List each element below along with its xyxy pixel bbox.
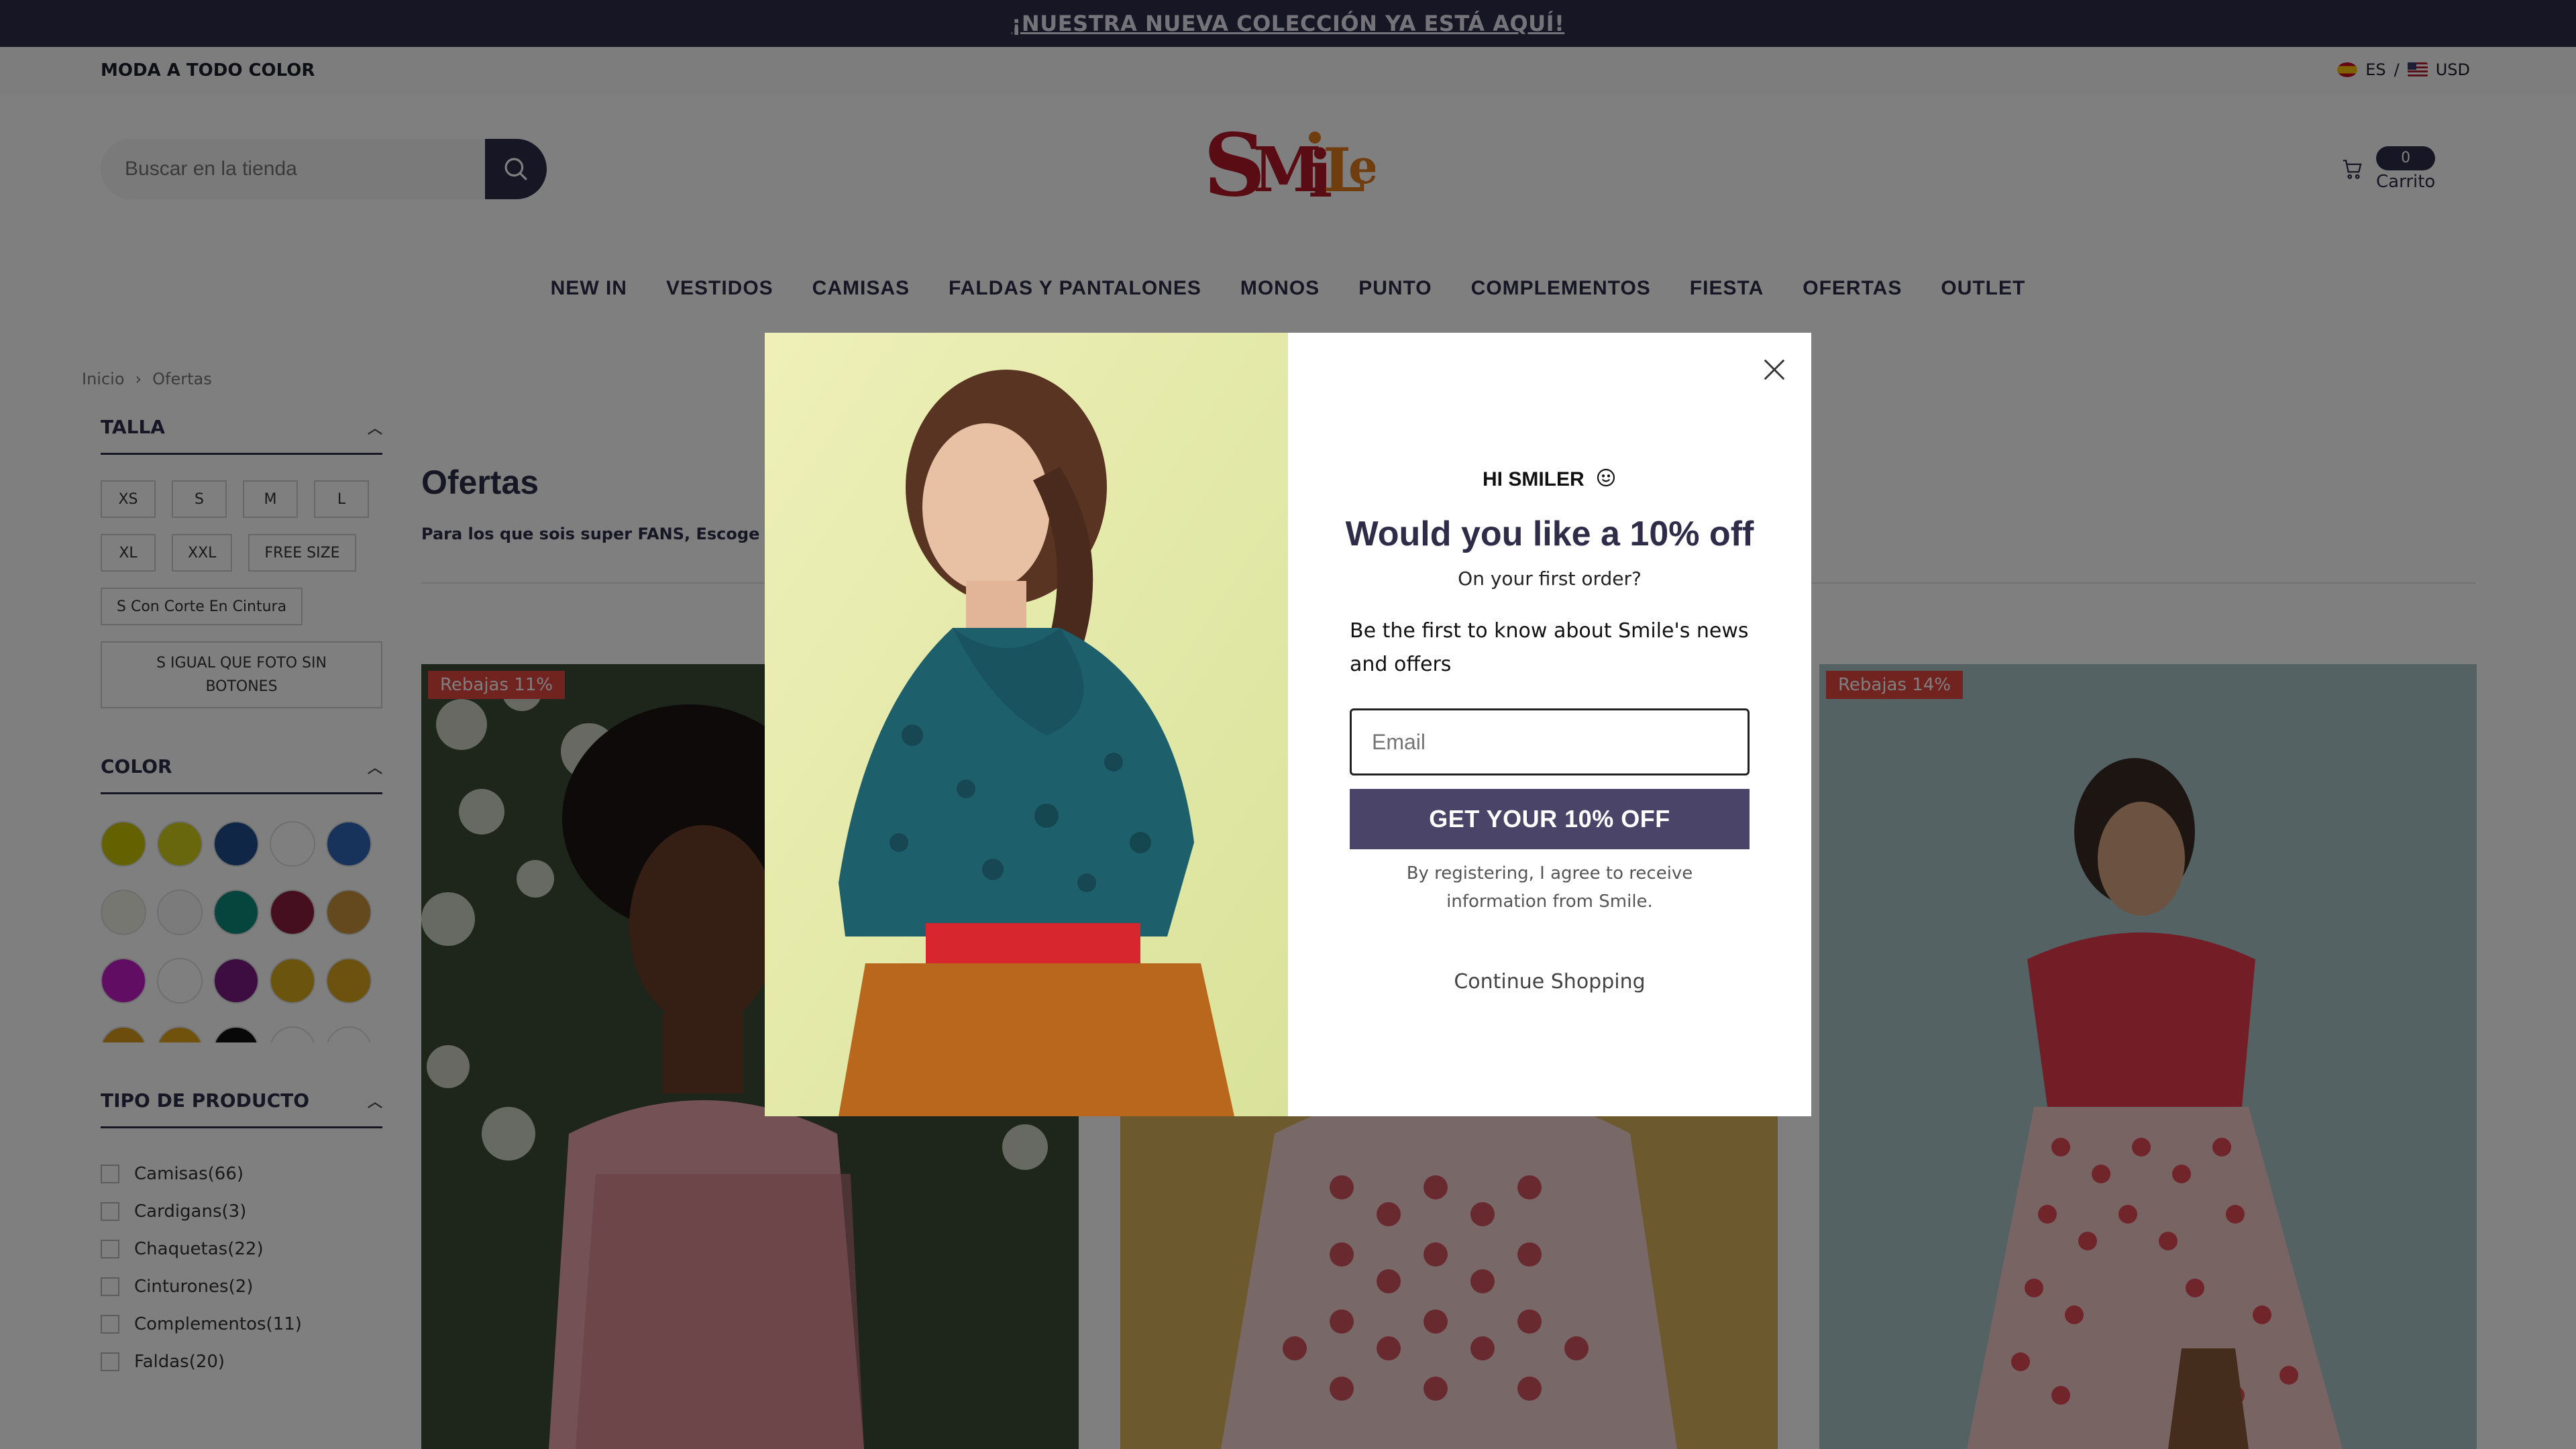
smiley-icon [1597,468,1615,487]
popup-greeting: HI SMILER [1288,467,1811,491]
model-photo [765,333,1288,1116]
popup-image [765,333,1288,1116]
greeting-text: HI SMILER [1482,468,1585,490]
continue-shopping-link[interactable]: Continue Shopping [1288,970,1811,994]
newsletter-popup: HI SMILER Would you like a 10% off On yo… [765,333,1811,1116]
popup-pitch: Be the first to know about Smile's news … [1350,619,1749,676]
email-field[interactable] [1350,708,1750,775]
close-icon [1764,359,1785,380]
page: ¡NUESTRA NUEVA COLECCIÓN YA ESTÁ AQUÍ! M… [0,0,2576,1449]
get-discount-button[interactable]: GET YOUR 10% OFF [1350,789,1750,849]
popup-headline: Would you like a 10% off [1345,515,1754,553]
popup-disclaimer: By registering, I agree to receive infor… [1406,863,1693,912]
close-button[interactable] [1758,353,1791,386]
popup-subheadline: On your first order? [1458,568,1642,590]
popup-content: HI SMILER Would you like a 10% off On yo… [1288,333,1811,1116]
